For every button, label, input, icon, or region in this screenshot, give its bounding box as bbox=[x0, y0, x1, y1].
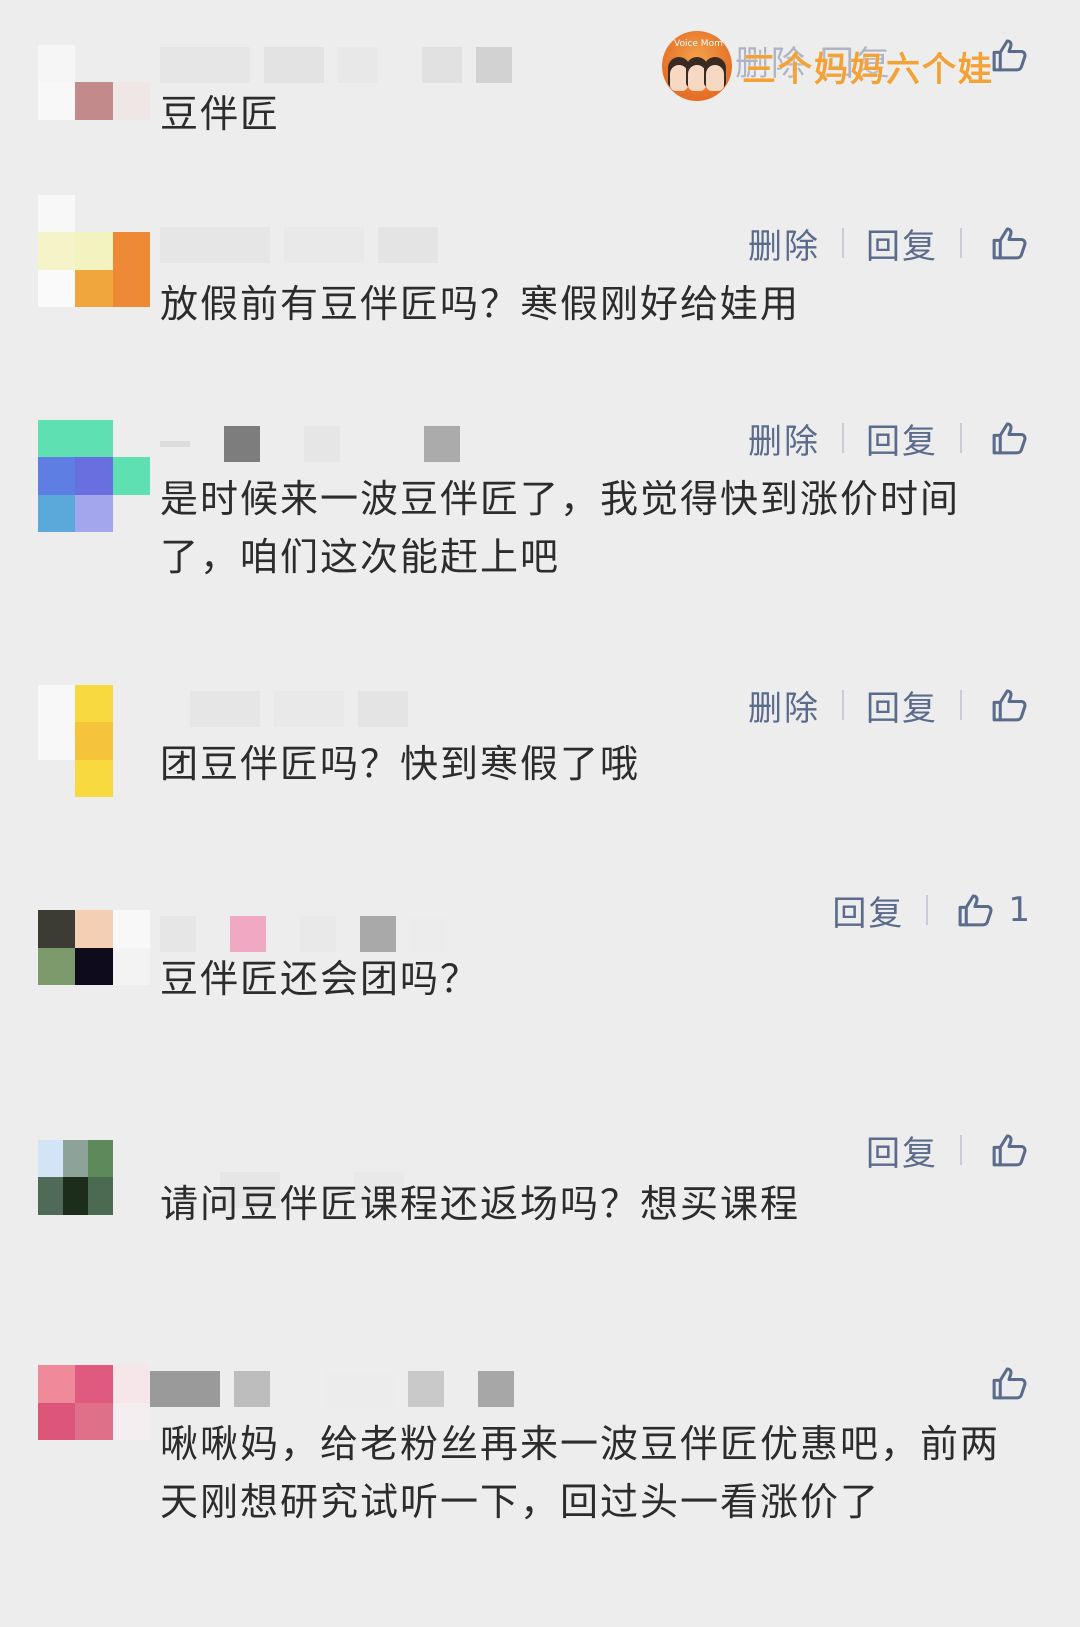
comment-item: 回复 请问豆伴匠课程还返场吗？想买课程 bbox=[0, 1134, 1080, 1260]
username-blurred[interactable] bbox=[150, 1369, 514, 1409]
comment-item: 删除 回复 放假前有豆伴匠吗？寒假刚好给娃用 bbox=[0, 195, 1080, 345]
username-blurred[interactable] bbox=[160, 424, 460, 464]
comment-text: 团豆伴匠吗？快到寒假了哦 bbox=[160, 742, 641, 786]
avatar[interactable] bbox=[38, 1140, 113, 1252]
like-button[interactable] bbox=[962, 1362, 1030, 1404]
comment-text: 豆伴匠还会团吗？ bbox=[160, 957, 481, 1001]
avatar[interactable] bbox=[38, 685, 150, 797]
avatar[interactable] bbox=[38, 45, 150, 157]
avatar[interactable] bbox=[38, 195, 150, 307]
username-blurred[interactable] bbox=[160, 689, 408, 729]
reply-button[interactable]: 回复 bbox=[844, 681, 960, 730]
username-blurred[interactable] bbox=[160, 914, 446, 954]
comment-text: 请问豆伴匠课程还返场吗？想买课程 bbox=[160, 1182, 801, 1226]
thumbs-up-icon bbox=[992, 1134, 1027, 1167]
avatar[interactable] bbox=[38, 910, 150, 985]
thumbs-up-icon bbox=[958, 894, 993, 927]
avatar[interactable] bbox=[38, 420, 150, 532]
like-button[interactable] bbox=[962, 222, 1030, 264]
comment-item: 删除 回复 团豆伴匠吗？快到寒假了哦 bbox=[0, 685, 1080, 805]
username-blurred[interactable] bbox=[160, 225, 438, 265]
reply-button[interactable]: 回复 bbox=[810, 886, 926, 935]
reply-button[interactable]: 回复 bbox=[844, 219, 960, 268]
like-button[interactable]: 1 bbox=[928, 889, 1030, 931]
comment-text: 是时候来一波豆伴匠了，我觉得快到涨价时间了，咱们这次能赶上吧 bbox=[160, 477, 961, 579]
delete-button[interactable]: 删除 bbox=[726, 681, 842, 730]
thumbs-up-icon bbox=[992, 227, 1027, 260]
thumbs-up-icon bbox=[992, 1367, 1027, 1400]
like-button[interactable] bbox=[962, 684, 1030, 726]
thumbs-up-icon bbox=[992, 422, 1027, 455]
like-button[interactable] bbox=[962, 1129, 1030, 1171]
username-blurred[interactable] bbox=[160, 45, 512, 85]
like-count: 1 bbox=[1008, 890, 1030, 930]
reply-button[interactable]: 回复 bbox=[844, 1126, 960, 1175]
comment-item: 豆伴匠 bbox=[0, 39, 1080, 157]
delete-button[interactable]: 删除 bbox=[726, 414, 842, 463]
like-button[interactable] bbox=[962, 417, 1030, 459]
comment-item: 回复 1 豆伴匠还会团吗？ bbox=[0, 890, 1080, 1030]
thumbs-up-icon bbox=[992, 689, 1027, 722]
comment-item: 删除 回复 是时候来一波豆伴匠了，我觉得快到涨价时间了，咱们这次能赶上吧 bbox=[0, 420, 1080, 610]
comment-item: 啾啾妈，给老粉丝再来一波豆伴匠优惠吧，前两天刚想研究试听一下，回过头一看涨价了 bbox=[0, 1365, 1080, 1615]
comment-text: 啾啾妈，给老粉丝再来一波豆伴匠优惠吧，前两天刚想研究试听一下，回过头一看涨价了 bbox=[160, 1422, 1001, 1524]
reply-button[interactable]: 回复 bbox=[844, 414, 960, 463]
avatar[interactable] bbox=[38, 1365, 150, 1440]
comment-text: 豆伴匠 bbox=[160, 92, 281, 136]
delete-button[interactable]: 删除 bbox=[726, 219, 842, 268]
like-button[interactable] bbox=[962, 34, 1030, 76]
comment-text: 放假前有豆伴匠吗？寒假刚好给娃用 bbox=[160, 282, 801, 326]
thumbs-up-icon bbox=[992, 39, 1027, 72]
